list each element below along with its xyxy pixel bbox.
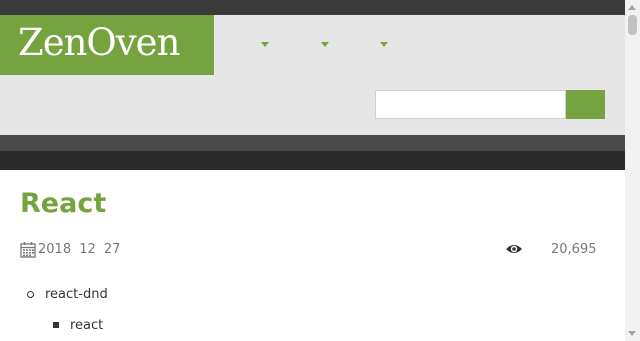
- site-logo[interactable]: ZenOven: [0, 15, 214, 75]
- search-button[interactable]: [566, 90, 605, 119]
- post-date-text: 2018 12 27: [38, 242, 121, 257]
- logo-text: ZenOven: [18, 21, 180, 64]
- search-input[interactable]: [375, 90, 566, 119]
- scrollbar[interactable]: [625, 0, 640, 341]
- square-bullet-icon: [53, 322, 59, 328]
- nav-item-2-caret-down-icon[interactable]: [321, 42, 329, 47]
- site-header: ZenOven: [0, 15, 625, 135]
- scroll-up-arrow-icon[interactable]: [628, 5, 636, 10]
- scrollbar-thumb[interactable]: [628, 15, 637, 35]
- scroll-down-arrow-icon[interactable]: [628, 331, 636, 336]
- nav-item-1-caret-down-icon[interactable]: [261, 42, 269, 47]
- eye-icon: [506, 245, 522, 253]
- nav-item-3-caret-down-icon[interactable]: [380, 42, 388, 47]
- toc-item-label[interactable]: react-dnd: [45, 286, 108, 304]
- page-title: React: [20, 188, 107, 219]
- menu-band: [0, 135, 625, 151]
- circle-bullet-icon: [27, 291, 34, 298]
- calendar-icon: [20, 242, 36, 258]
- toc-item-label[interactable]: react: [70, 317, 103, 335]
- sub-menu-band: [0, 151, 625, 170]
- post-date: 2018 12 27: [20, 241, 120, 259]
- top-bar: [0, 0, 625, 15]
- view-count-value: 20,695: [551, 242, 597, 257]
